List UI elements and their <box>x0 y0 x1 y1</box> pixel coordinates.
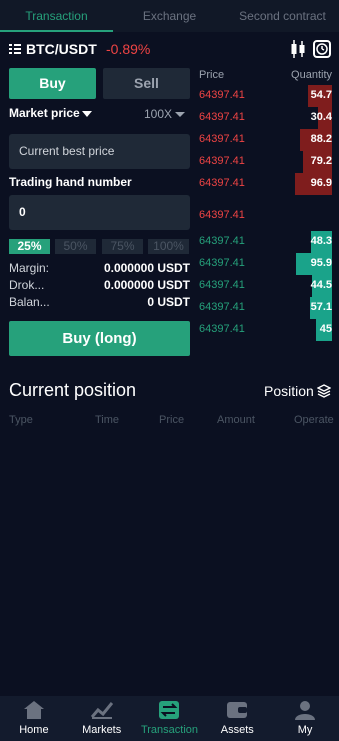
price-header: Price <box>199 69 225 81</box>
nav-home[interactable]: Home <box>0 696 68 741</box>
pair-change: -0.89% <box>106 41 151 57</box>
leverage-select[interactable]: 100X <box>144 107 172 121</box>
percent-100-button[interactable]: 100% <box>148 239 189 254</box>
tab-transaction[interactable]: Transaction <box>0 0 113 32</box>
percent-25-button[interactable]: 25% <box>9 239 50 254</box>
col-type: Type <box>9 414 33 426</box>
pair-bar: BTC/USDT -0.89% <box>0 36 339 62</box>
tab-second-contract[interactable]: Second contract <box>226 0 339 32</box>
chart-icon <box>90 702 113 719</box>
margin-row: Margin: 0.000000 USDT <box>9 261 190 277</box>
balance-label: Balan... <box>9 295 50 309</box>
bid-row[interactable]: 64397.41 48.3 <box>199 231 332 253</box>
drok-row: Drok... 0.000000 USDT <box>9 278 190 294</box>
balance-value: 0 USDT <box>147 295 190 309</box>
bottom-nav: Home Markets Transaction Assets My <box>0 696 339 741</box>
candlestick-icon[interactable] <box>289 39 307 59</box>
clock-icon[interactable] <box>313 40 331 58</box>
ask-row[interactable]: 64397.41 79.2 <box>199 151 332 173</box>
col-operate: Operate <box>294 414 334 426</box>
mid-price: 64397.41 <box>199 209 245 221</box>
col-price: Price <box>159 414 185 426</box>
sell-tab[interactable]: Sell <box>103 68 190 99</box>
quantity-header: Quantity <box>291 69 332 81</box>
nav-assets[interactable]: Assets <box>203 696 271 741</box>
wallet-icon <box>227 702 248 718</box>
margin-value: 0.000000 USDT <box>103 261 190 275</box>
position-link[interactable]: Position <box>264 383 314 399</box>
drok-value: 0.000000 USDT <box>103 278 190 292</box>
order-type-select[interactable]: Market price <box>9 106 80 120</box>
home-icon <box>23 701 44 719</box>
buy-tab[interactable]: Buy <box>9 68 96 99</box>
caret-down-icon[interactable] <box>175 112 185 117</box>
user-icon <box>295 701 316 720</box>
tab-exchange[interactable]: Exchange <box>113 0 226 32</box>
nav-label: Markets <box>82 724 122 736</box>
swap-icon <box>159 701 180 719</box>
bid-row[interactable]: 64397.41 44.5 <box>199 275 332 297</box>
margin-label: Margin: <box>9 261 50 275</box>
ask-row[interactable]: 64397.41 54.7 <box>199 85 332 107</box>
col-amount: Amount <box>217 414 255 426</box>
ask-row[interactable]: 64397.41 30.4 <box>199 107 332 129</box>
ask-row[interactable]: 64397.41 96.9 <box>199 173 332 195</box>
top-tabs: Transaction Exchange Second contract <box>0 0 339 32</box>
percent-50-button[interactable]: 50% <box>55 239 96 254</box>
layers-icon[interactable] <box>317 384 331 398</box>
drok-label: Drok... <box>9 278 45 292</box>
bid-row[interactable]: 64397.41 57.1 <box>199 297 332 319</box>
nav-label: Home <box>19 724 49 736</box>
pair-name[interactable]: BTC/USDT <box>26 41 97 57</box>
nav-label: Transaction <box>140 724 199 736</box>
current-position-title: Current position <box>9 380 137 400</box>
nav-label: My <box>297 724 313 736</box>
balance-row: Balan... 0 USDT <box>9 295 190 311</box>
col-time: Time <box>95 414 120 426</box>
hand-number-label: Trading hand number <box>9 175 132 189</box>
ask-row[interactable]: 64397.41 88.2 <box>199 129 332 151</box>
bid-row[interactable]: 64397.41 45 <box>199 319 332 341</box>
buy-long-button[interactable]: Buy (long) <box>9 321 190 356</box>
nav-markets[interactable]: Markets <box>68 696 136 741</box>
percent-75-button[interactable]: 75% <box>102 239 143 254</box>
price-field[interactable]: Current best price <box>9 134 190 169</box>
nav-transaction[interactable]: Transaction <box>136 696 204 741</box>
caret-down-icon[interactable] <box>82 111 92 117</box>
nav-label: Assets <box>220 724 254 736</box>
hand-number-input[interactable]: 0 <box>9 195 190 230</box>
list-icon[interactable] <box>9 44 21 55</box>
bid-row[interactable]: 64397.41 95.9 <box>199 253 332 275</box>
nav-my[interactable]: My <box>271 696 339 741</box>
